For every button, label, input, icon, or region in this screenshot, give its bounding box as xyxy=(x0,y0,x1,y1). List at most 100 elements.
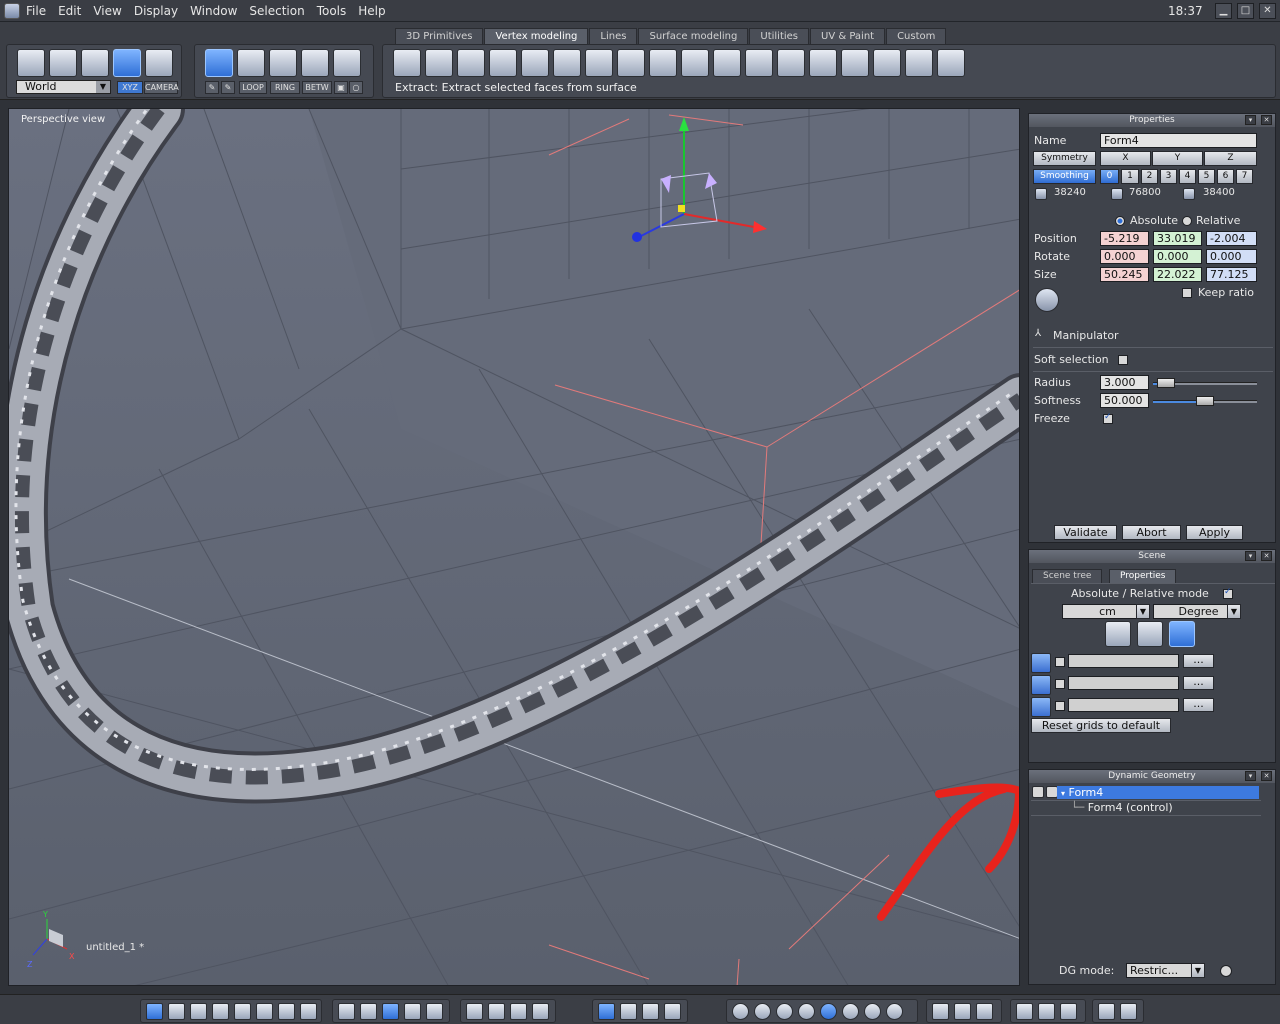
wave-icon[interactable] xyxy=(585,49,613,77)
vertex-mode-icon[interactable] xyxy=(301,49,329,77)
radius-field[interactable]: 3.000 xyxy=(1100,375,1149,390)
validate-button[interactable]: Validate xyxy=(1054,525,1117,540)
tab-uv-paint[interactable]: UV & Paint xyxy=(810,28,886,44)
move-tool-icon[interactable] xyxy=(620,1003,637,1020)
grid-plane-yz-icon[interactable] xyxy=(1169,621,1195,647)
tab-surface-modeling[interactable]: Surface modeling xyxy=(638,28,749,44)
relative-radio[interactable] xyxy=(1182,216,1192,226)
grid-3-browse-button[interactable]: ... xyxy=(1183,698,1214,712)
layout-quad-icon[interactable] xyxy=(168,1003,185,1020)
smoothing-level-3[interactable]: 3 xyxy=(1160,169,1177,184)
radius-slider[interactable] xyxy=(1153,378,1257,388)
paint-select-icon[interactable] xyxy=(81,49,109,77)
edge-mode-icon[interactable] xyxy=(269,49,297,77)
shadow-icon[interactable] xyxy=(932,1003,949,1020)
size-y-field[interactable]: 22.022 xyxy=(1153,267,1202,282)
name-field[interactable]: Form4 xyxy=(1100,133,1257,148)
settings-icon[interactable] xyxy=(1098,1003,1115,1020)
layout-columns-icon[interactable] xyxy=(300,1003,317,1020)
grid-view-icon[interactable] xyxy=(382,1003,399,1020)
knife-icon[interactable] xyxy=(617,49,645,77)
bridge-icon[interactable] xyxy=(681,49,709,77)
menu-view[interactable]: View xyxy=(87,0,127,22)
layout-stack-icon[interactable] xyxy=(278,1003,295,1020)
inset-icon[interactable] xyxy=(457,49,485,77)
menu-display[interactable]: Display xyxy=(128,0,184,22)
collapse-icon[interactable]: ▾ xyxy=(1245,771,1256,781)
chevron-down-icon[interactable]: ▼ xyxy=(1191,963,1205,978)
smoothing-level-4[interactable]: 4 xyxy=(1179,169,1196,184)
rotate-x-field[interactable]: 0.000 xyxy=(1100,249,1149,264)
particles-icon[interactable] xyxy=(976,1003,993,1020)
axis-tripod-icon[interactable] xyxy=(598,1003,615,1020)
flat-sphere-icon[interactable] xyxy=(776,1003,793,1020)
menu-window[interactable]: Window xyxy=(184,0,243,22)
zoom-icon[interactable] xyxy=(510,1003,527,1020)
cube-edit-icon[interactable] xyxy=(841,49,869,77)
close-icon[interactable]: ✕ xyxy=(1261,115,1272,125)
layout-single-icon[interactable] xyxy=(146,1003,163,1020)
softness-slider-knob[interactable] xyxy=(1196,396,1214,406)
rotate-tool-icon[interactable] xyxy=(642,1003,659,1020)
flip-icon[interactable] xyxy=(777,49,805,77)
render-sphere-icon[interactable] xyxy=(886,1003,903,1020)
rect-select-icon[interactable]: ▣ xyxy=(334,81,348,94)
extract-icon[interactable] xyxy=(489,49,517,77)
book-icon[interactable] xyxy=(1060,1003,1077,1020)
grid-sphere-icon[interactable] xyxy=(754,1003,771,1020)
texture-icon[interactable] xyxy=(864,1003,881,1020)
grid-1-checkbox[interactable] xyxy=(1055,657,1065,667)
wireframe-sphere-icon[interactable] xyxy=(732,1003,749,1020)
space-select[interactable]: World ▼ xyxy=(16,80,111,94)
smoothing-level-0[interactable]: 0 xyxy=(1100,169,1119,184)
layout-split-icon[interactable] xyxy=(256,1003,273,1020)
pivot-icon[interactable] xyxy=(1035,288,1059,312)
plane-icon[interactable] xyxy=(521,49,549,77)
smoothing-level-7[interactable]: 7 xyxy=(1236,169,1253,184)
loop-button[interactable]: LOOP xyxy=(239,81,267,94)
remove-point-icon[interactable] xyxy=(937,49,965,77)
tree-item-form4-control[interactable]: └─ Form4 (control) xyxy=(1067,801,1259,814)
camera-icon[interactable] xyxy=(1120,1003,1137,1020)
close-icon[interactable]: ✕ xyxy=(1261,551,1272,561)
perspective-viewport[interactable]: Y X Z Perspective view untitled_1 * xyxy=(8,108,1020,986)
ring-button[interactable]: RING xyxy=(270,81,300,94)
circle-select-icon[interactable]: ○ xyxy=(349,81,363,94)
brush-icon[interactable]: ✎ xyxy=(221,81,235,94)
menu-edit[interactable]: Edit xyxy=(52,0,87,22)
minimize-icon[interactable]: ▁ xyxy=(1215,3,1232,19)
tab-3d-primitives[interactable]: 3D Primitives xyxy=(395,28,484,44)
freeze-checkbox[interactable] xyxy=(1103,412,1113,424)
grid-2-checkbox[interactable] xyxy=(1055,679,1065,689)
rotate-y-field[interactable]: 0.000 xyxy=(1153,249,1202,264)
position-y-field[interactable]: 33.019 xyxy=(1153,231,1202,246)
absolute-radio[interactable] xyxy=(1115,216,1125,226)
reset-grids-button[interactable]: Reset grids to default xyxy=(1031,718,1171,733)
add-point-icon[interactable] xyxy=(905,49,933,77)
menu-selection[interactable]: Selection xyxy=(243,0,310,22)
mirror-icon[interactable] xyxy=(873,49,901,77)
sheet-icon[interactable] xyxy=(426,1003,443,1020)
smoothing-level-5[interactable]: 5 xyxy=(1198,169,1215,184)
radius-slider-knob[interactable] xyxy=(1157,378,1175,388)
position-x-field[interactable]: -5.219 xyxy=(1100,231,1149,246)
pen-icon[interactable]: ✎ xyxy=(205,81,219,94)
scale-tool-icon[interactable] xyxy=(664,1003,681,1020)
tab-vertex-modeling[interactable]: Vertex modeling xyxy=(484,28,589,44)
position-z-field[interactable]: -2.004 xyxy=(1206,231,1257,246)
sphere-select-icon[interactable] xyxy=(113,49,141,77)
weld-icon[interactable] xyxy=(649,49,677,77)
connect-icon[interactable] xyxy=(809,49,837,77)
shaded-sphere-icon[interactable] xyxy=(820,1003,837,1020)
dg-toggle-icon[interactable] xyxy=(1220,965,1232,977)
brush-icon[interactable] xyxy=(360,1003,377,1020)
eye-icon[interactable] xyxy=(532,1003,549,1020)
grid-3-checkbox[interactable] xyxy=(1055,701,1065,711)
size-x-field[interactable]: 50.245 xyxy=(1100,267,1149,282)
close-icon[interactable]: ✕ xyxy=(1261,771,1272,781)
frame-icon[interactable] xyxy=(466,1003,483,1020)
collapse-icon[interactable]: ▾ xyxy=(1245,115,1256,125)
softness-field[interactable]: 50.000 xyxy=(1100,393,1149,408)
collapse-icon[interactable]: ▾ xyxy=(1245,551,1256,561)
select-arrow-icon[interactable] xyxy=(17,49,45,77)
